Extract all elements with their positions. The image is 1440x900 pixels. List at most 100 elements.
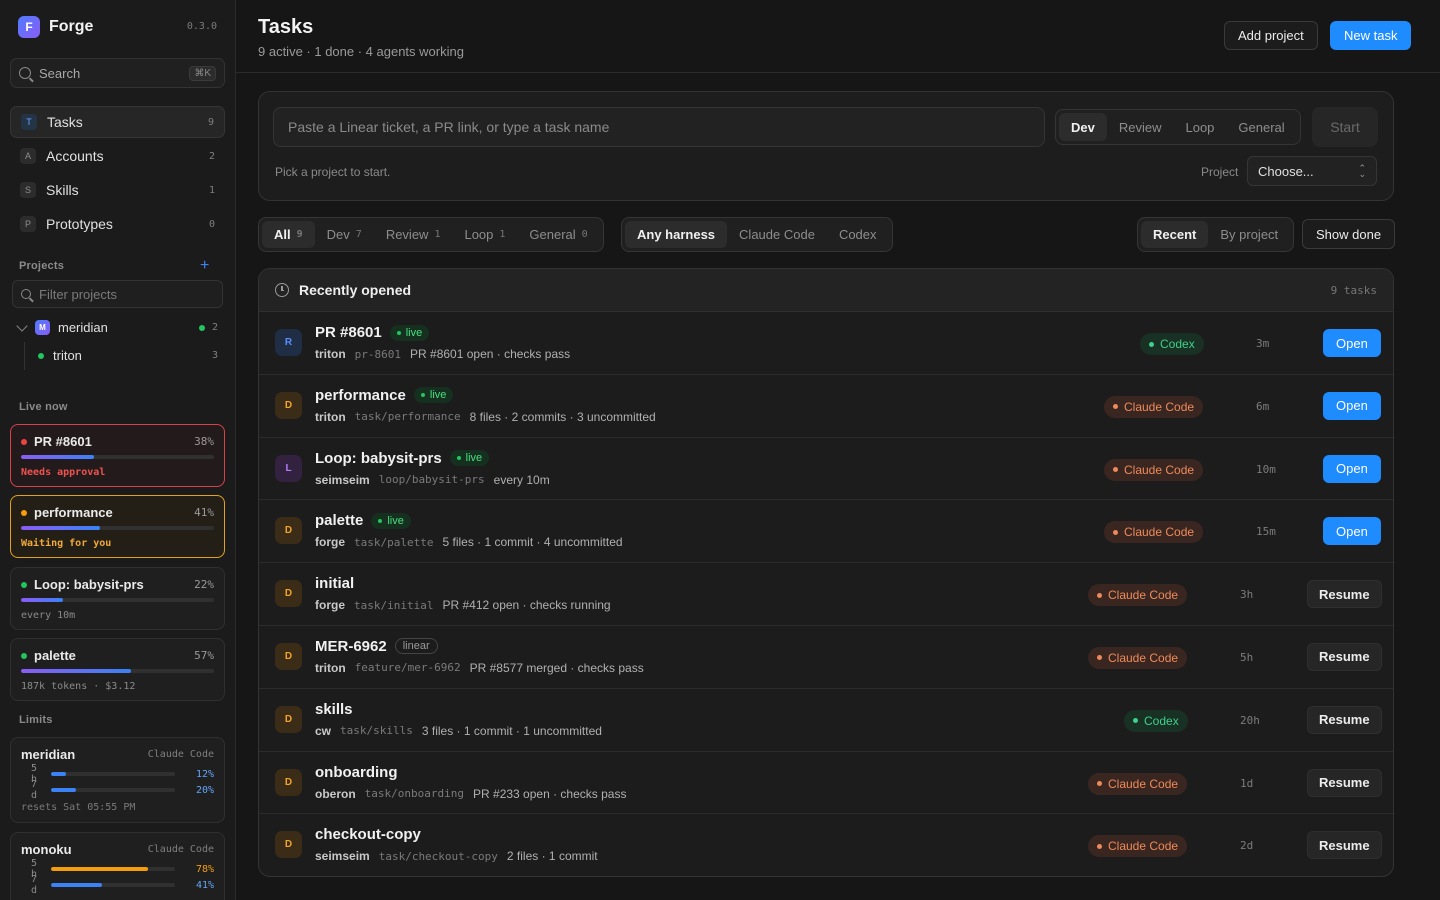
- live-sub: 187k tokens · $3.12: [21, 681, 136, 692]
- add-project-button[interactable]: Add project: [1224, 21, 1318, 50]
- filter-all[interactable]: All 9: [262, 221, 315, 248]
- limit-account: monoku: [21, 842, 72, 857]
- project-select[interactable]: Choose... ⌃ ⌄: [1247, 156, 1377, 186]
- task-name[interactable]: Loop: babysit-prs: [315, 450, 442, 467]
- filter-dev[interactable]: Dev 7: [315, 221, 374, 248]
- table-row[interactable]: Dpalette live forge task/palette 5 files · 1…: [259, 500, 1393, 564]
- task-name[interactable]: initial: [315, 575, 354, 592]
- live-dot-icon: [396, 330, 401, 335]
- brand[interactable]: F Forge: [18, 16, 93, 38]
- live-sub: Needs approval: [21, 467, 106, 478]
- open-button[interactable]: Open: [1323, 329, 1381, 357]
- task-project: forge: [315, 598, 345, 613]
- new-task-button[interactable]: New task: [1330, 21, 1412, 50]
- task-type-avatar: L: [275, 454, 302, 482]
- task-name[interactable]: palette: [315, 512, 363, 529]
- task-type-avatar: R: [275, 329, 302, 356]
- live-dot-icon: [456, 456, 461, 461]
- add-project-icon[interactable]: +: [200, 257, 209, 275]
- nav-item-skills[interactable]: S Skills 1: [10, 174, 225, 206]
- task-meta: seimseim loop/babysit-prs every 10m: [315, 473, 550, 487]
- live-name: Loop: babysit-prs: [34, 577, 144, 592]
- live-card-palette[interactable]: palette 57% 187k tokens · $3.12: [10, 638, 225, 701]
- task-input[interactable]: Paste a Linear ticket, a PR link, or typ…: [273, 107, 1045, 147]
- skills-nav-icon: S: [20, 182, 36, 198]
- mode-dev[interactable]: Dev: [1059, 113, 1107, 141]
- table-row[interactable]: D MER-6962 linear triton feature/mer-6962 PR …: [259, 626, 1393, 689]
- mode-review[interactable]: Review: [1107, 113, 1174, 141]
- table-header: Recently opened 9 tasks: [259, 269, 1393, 312]
- filter-label: Review: [385, 227, 429, 242]
- search-box[interactable]: Search ⌘K: [10, 58, 225, 88]
- nav-item-accounts[interactable]: A Accounts 2: [10, 140, 225, 172]
- nav-count: 1: [208, 184, 215, 196]
- mode-loop[interactable]: Loop: [1173, 113, 1226, 141]
- task-time: 3m: [1256, 337, 1270, 350]
- open-button[interactable]: Open: [1323, 454, 1381, 483]
- project-triton[interactable]: triton 3: [38, 348, 218, 363]
- task-time: 6m: [1256, 399, 1270, 413]
- resume-button[interactable]: Resume: [1307, 705, 1382, 734]
- source-badge: linear: [394, 638, 438, 655]
- harness-label: Claude Code: [1124, 462, 1195, 477]
- live-dot-icon: [198, 324, 205, 331]
- filter-general[interactable]: General 0: [517, 221, 599, 248]
- limit-harness: Claude Code: [147, 844, 214, 855]
- harness-dot-icon: [1097, 592, 1102, 598]
- harness-dot-icon: [1113, 529, 1118, 535]
- start-button[interactable]: Start: [1312, 107, 1378, 147]
- table-row[interactable]: R PR #8601 live triton pr-8601 PR #8601 open …: [259, 312, 1393, 375]
- task-name[interactable]: PR #8601: [315, 324, 382, 341]
- harness-codex[interactable]: Codex: [827, 221, 889, 248]
- task-name[interactable]: skills: [315, 701, 353, 718]
- chevron-down-icon[interactable]: [16, 319, 28, 332]
- main-content: Tasks 9 active · 1 done · 4 agents worki…: [236, 0, 1440, 900]
- nav-count: 0: [208, 218, 215, 230]
- filter-review[interactable]: Review 1: [374, 221, 453, 248]
- task-name[interactable]: MER-6962: [315, 638, 387, 655]
- task-status: PR #8577 merged · checks pass: [469, 660, 644, 675]
- harness-claude-code[interactable]: Claude Code: [727, 221, 827, 248]
- table-row[interactable]: Dskills cw task/skills 3 files · 1 commit ·…: [259, 689, 1393, 752]
- task-name[interactable]: onboarding: [315, 764, 398, 781]
- table-row[interactable]: Dinitial forge task/initial PR #412 open · …: [259, 563, 1393, 626]
- project-meridian[interactable]: M meridian 2: [16, 319, 218, 335]
- resume-button[interactable]: Resume: [1307, 768, 1382, 797]
- task-branch: task/checkout-copy: [378, 849, 498, 863]
- mode-general[interactable]: General: [1226, 113, 1296, 141]
- harness-dot-icon: [1097, 655, 1102, 661]
- task-title: palette live: [315, 512, 411, 529]
- sort-recent[interactable]: Recent: [1141, 221, 1209, 248]
- show-done-button[interactable]: Show done: [1302, 219, 1396, 249]
- nav-item-tasks[interactable]: T Tasks 9: [10, 106, 225, 138]
- harness-label: Claude Code: [1124, 525, 1195, 540]
- progress-bar: [21, 526, 214, 530]
- task-time: 1d: [1240, 776, 1254, 790]
- limit-bar: [51, 772, 175, 776]
- resume-button[interactable]: Resume: [1307, 580, 1382, 609]
- sort-by-project[interactable]: By project: [1208, 221, 1290, 248]
- limit-bar: [51, 788, 175, 792]
- nav-item-prototypes[interactable]: P Prototypes 0: [10, 208, 225, 240]
- open-button[interactable]: Open: [1323, 517, 1381, 546]
- resume-button[interactable]: Resume: [1307, 831, 1382, 860]
- task-meta: forge task/palette 5 files · 1 commit · 4 …: [315, 535, 623, 549]
- limit-card-meridian[interactable]: meridian Claude Code 5 h 12% 7 d 20% resets…: [10, 737, 225, 823]
- table-row[interactable]: Donboarding oberon task/onboarding PR #233 …: [259, 752, 1393, 815]
- open-button[interactable]: Open: [1323, 391, 1381, 420]
- live-card-performance[interactable]: performance 41% Waiting for you: [10, 495, 225, 558]
- task-name[interactable]: performance: [315, 387, 406, 404]
- filter-projects-input[interactable]: Filter projects: [12, 280, 223, 308]
- filter-loop[interactable]: Loop 1: [452, 221, 517, 248]
- table-row[interactable]: L Loop: babysit-prs live seimseim loop/babys…: [259, 438, 1393, 501]
- task-name[interactable]: checkout-copy: [315, 826, 421, 843]
- table-row[interactable]: Dcheckout-copy seimseim task/checkout-copy…: [259, 814, 1393, 876]
- table-row[interactable]: Dperformance live triton task/performance 8 …: [259, 375, 1393, 438]
- harness-any[interactable]: Any harness: [625, 221, 728, 248]
- live-card-loop-babysit-prs[interactable]: Loop: babysit-prs 22% every 10m: [10, 567, 225, 630]
- resume-button[interactable]: Resume: [1307, 642, 1382, 671]
- live-card-pr-8601[interactable]: PR #8601 38% Needs approval: [10, 424, 225, 487]
- limit-card-monoku[interactable]: monoku Claude Code 5 h 78% 7 d 41%: [10, 832, 225, 900]
- task-branch: task/initial: [354, 598, 434, 612]
- live-label: live: [405, 326, 423, 339]
